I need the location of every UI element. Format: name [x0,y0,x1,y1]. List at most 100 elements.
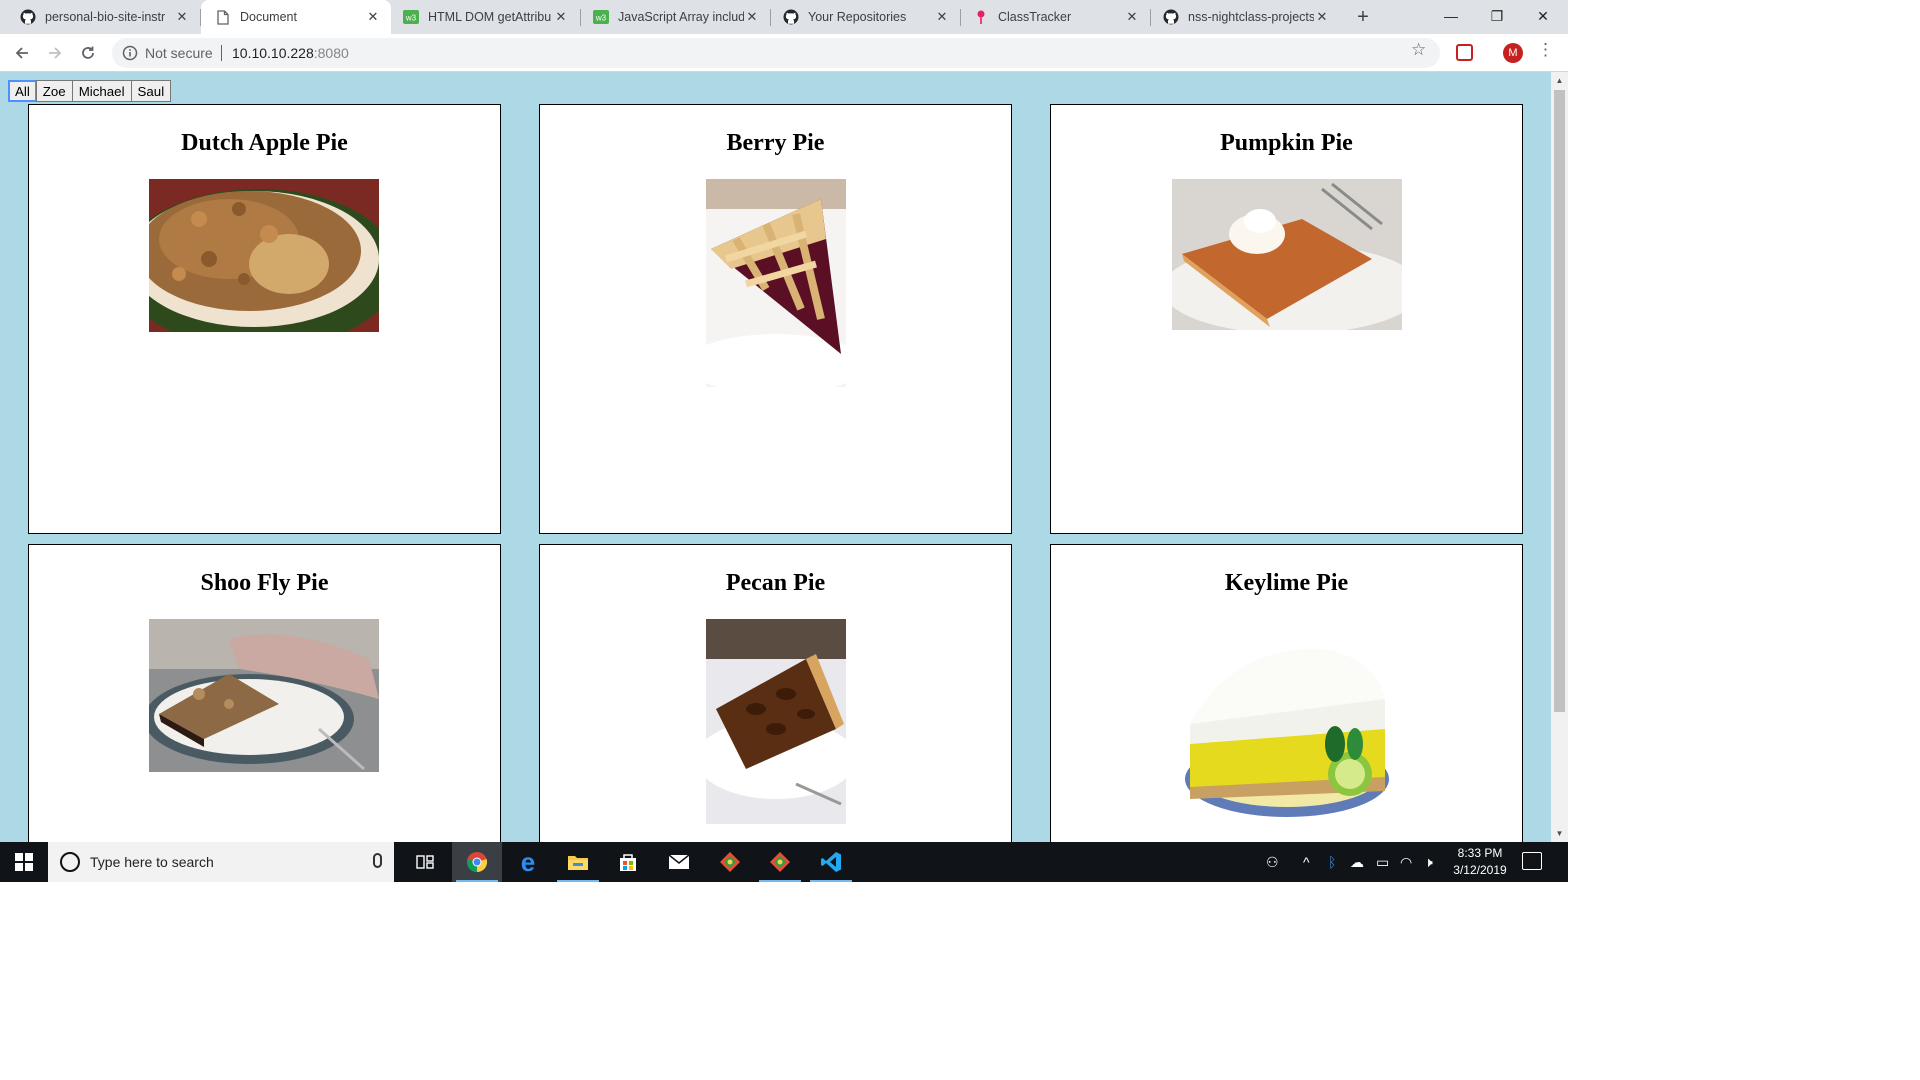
browser-tab-strip: personal-bio-site-instr ✕ Document ✕ w3 … [0,0,1568,34]
classtracker-icon [973,9,989,25]
info-icon[interactable] [122,45,138,61]
taskbar-git-bash[interactable] [755,842,805,882]
document-icon [215,9,231,25]
tab-title: ClassTracker [998,10,1072,24]
pie-card: Pumpkin Pie [1050,104,1523,534]
git-icon [770,852,790,872]
file-explorer-icon [568,856,588,870]
tab-classtracker[interactable]: ClassTracker ✕ [961,0,1150,34]
w3schools-icon: w3 [403,9,419,25]
tab-personal-bio-site[interactable]: personal-bio-site-instr ✕ [0,0,200,34]
scroll-up-arrow-icon[interactable]: ▲ [1551,72,1568,89]
pie-card: Pecan Pie [539,544,1012,842]
filter-michael-button[interactable]: Michael [71,80,132,102]
volume-muted-icon[interactable]: 🕨 [1424,854,1433,871]
tab-javascript-array-includes[interactable]: w3 JavaScript Array includ ✕ [581,0,770,34]
taskbar-vscode[interactable] [806,842,856,882]
wifi-icon[interactable]: ◠ [1400,854,1412,871]
pie-card: Berry Pie [539,104,1012,534]
w3schools-icon: w3 [593,9,609,25]
search-placeholder: Type here to search [90,854,214,870]
close-tab-icon[interactable]: ✕ [1314,9,1330,25]
pie-title: Berry Pie [726,130,825,156]
edge-icon: e [520,846,536,877]
forward-button[interactable] [42,40,68,66]
tab-title: JavaScript Array includ [618,10,744,24]
bookmark-star-icon[interactable]: ☆ [1411,40,1426,60]
battery-icon[interactable]: ▭ [1376,854,1389,871]
taskbar-file-explorer[interactable] [553,842,603,882]
onedrive-icon[interactable]: ☁ [1350,854,1364,871]
github-icon [783,9,799,25]
close-tab-icon[interactable]: ✕ [1124,9,1140,25]
github-icon [20,9,36,25]
page-scrollbar[interactable]: ▲ ▼ [1551,72,1568,842]
dutch-apple-pie-photo [149,179,379,332]
action-center-icon[interactable] [1522,852,1542,870]
scrollbar-thumb[interactable] [1554,90,1565,712]
windows-logo-icon [15,853,33,871]
pie-title: Shoo Fly Pie [200,570,329,596]
url-host: 10.10.10.228 [232,45,314,61]
minimize-button[interactable]: — [1428,0,1474,32]
show-hidden-icons-icon[interactable]: ^ [1303,854,1310,870]
reload-button[interactable] [75,40,101,66]
url-text[interactable]: 10.10.10.228:8080 [232,45,349,61]
close-tab-icon[interactable]: ✕ [934,9,950,25]
mail-icon [668,854,690,869]
taskbar-edge[interactable]: e [503,842,553,882]
tab-your-repositories[interactable]: Your Repositories ✕ [771,0,960,34]
git-icon [720,852,740,872]
taskbar-git-gui[interactable] [705,842,755,882]
pie-card: Shoo Fly Pie [28,544,501,842]
arrow-right-icon [49,47,62,59]
back-button[interactable] [9,40,35,66]
close-tab-icon[interactable]: ✕ [553,9,569,25]
pie-title: Pumpkin Pie [1220,130,1353,156]
tab-document[interactable]: Document ✕ [201,0,391,34]
vscode-icon [821,852,841,872]
microphone-icon[interactable] [373,853,382,868]
scroll-down-arrow-icon[interactable]: ▼ [1551,825,1568,842]
taskbar-search-box[interactable]: Type here to search [48,842,394,882]
pie-title: Dutch Apple Pie [181,130,348,156]
filter-saul-button[interactable]: Saul [130,80,172,102]
menu-dots-icon[interactable]: ⋮ [1537,40,1554,60]
taskbar-clock[interactable]: 8:33 PM 3/12/2019 [1440,845,1520,879]
cortana-icon [60,852,80,872]
clock-date: 3/12/2019 [1453,863,1507,877]
shoo-fly-pie-photo [149,619,379,772]
tab-title: Document [240,10,297,24]
pie-card: Dutch Apple Pie [28,104,501,534]
github-icon [1163,9,1179,25]
profile-avatar[interactable]: M [1503,43,1523,63]
page-viewport: All Zoe Michael Saul Dutch Apple Pie Ber… [0,72,1568,842]
address-bar[interactable]: Not secure 10.10.10.228:8080 [112,38,1440,68]
people-icon[interactable]: ⚇ [1266,854,1279,871]
close-window-button[interactable]: ✕ [1520,0,1566,32]
tab-html-dom-getattribute[interactable]: w3 HTML DOM getAttribu ✕ [391,0,579,34]
svg-text:w3: w3 [405,14,417,23]
task-view-button[interactable] [400,842,450,882]
close-tab-icon[interactable]: ✕ [365,9,381,25]
tab-title: nss-nightclass-projects [1188,10,1314,24]
tab-nss-nightclass-projects[interactable]: nss-nightclass-projects ✕ [1151,0,1340,34]
chrome-icon [466,852,488,873]
bluetooth-icon[interactable]: ᛒ [1328,854,1336,870]
close-tab-icon[interactable]: ✕ [174,9,190,25]
filter-all-button[interactable]: All [8,80,37,102]
filter-zoe-button[interactable]: Zoe [35,80,73,102]
start-button[interactable] [0,842,48,882]
svg-text:w3: w3 [595,14,607,23]
taskbar-chrome[interactable] [452,842,502,882]
extension-icon[interactable] [1456,44,1473,61]
pie-title: Pecan Pie [725,570,826,596]
pie-title: Keylime Pie [1224,570,1349,596]
new-tab-button[interactable]: + [1352,6,1374,28]
maximize-button[interactable]: ❐ [1474,0,1520,32]
close-tab-icon[interactable]: ✕ [744,9,760,25]
not-secure-label: Not secure [145,45,213,61]
tab-title: HTML DOM getAttribu [428,10,552,24]
taskbar-store[interactable] [603,842,653,882]
taskbar-mail[interactable] [654,842,704,882]
